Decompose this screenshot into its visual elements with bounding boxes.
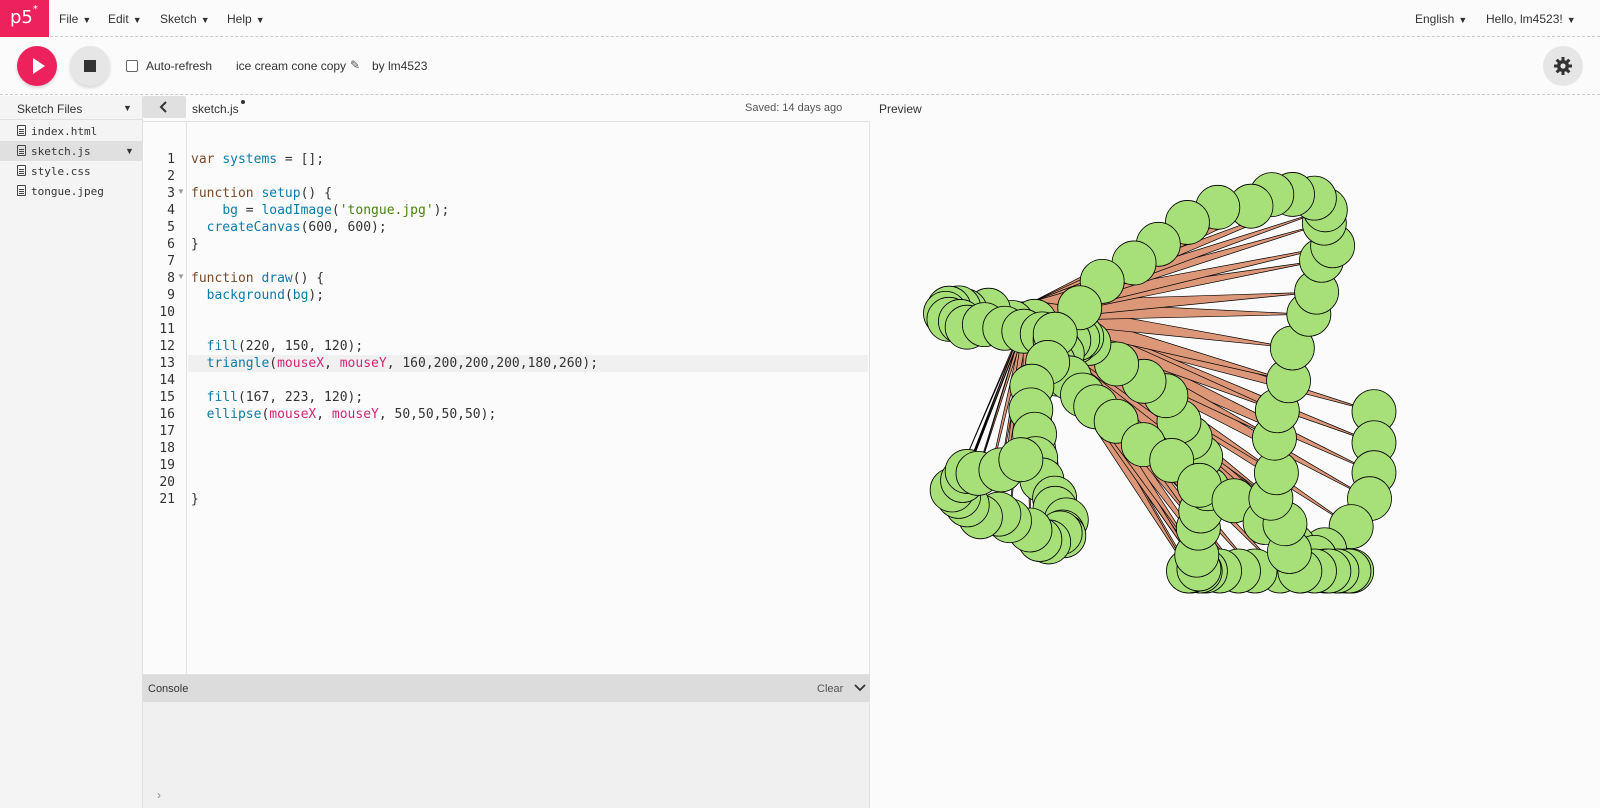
caret-down-icon: ▼ <box>132 15 142 25</box>
console-clear-button[interactable]: Clear <box>817 683 843 695</box>
code-line[interactable]: ellipse(mouseX, mouseY, 50,50,50,50); <box>191 406 497 423</box>
saved-status: Saved: 14 days ago <box>745 102 843 114</box>
user-menu[interactable]: Hello, lm4523! ▼ <box>1486 12 1576 26</box>
line-number: 12 <box>159 339 175 354</box>
menu-sketch[interactable]: Sketch ▼ <box>160 12 210 26</box>
line-number: 21 <box>159 492 175 507</box>
file-name: style.css <box>31 165 91 178</box>
code-line[interactable]: } <box>191 491 199 508</box>
line-number: 15 <box>159 390 175 405</box>
code-line[interactable]: fill(220, 150, 120); <box>191 338 364 355</box>
code-line[interactable]: function draw() { <box>191 270 324 287</box>
stop-button[interactable] <box>70 46 110 86</box>
console-output[interactable]: › <box>143 702 870 808</box>
file-name: tongue.jpeg <box>31 185 104 198</box>
file-item-style-css[interactable]: style.css <box>0 161 143 181</box>
line-number: 18 <box>159 441 175 456</box>
code-line[interactable]: } <box>191 236 199 253</box>
file-name: sketch.js <box>31 145 91 158</box>
preview-canvas[interactable] <box>874 121 1600 808</box>
code-line[interactable]: bg = loadImage('tongue.jpg'); <box>191 202 449 219</box>
line-number: 13 <box>159 356 175 371</box>
code-line[interactable]: var systems = []; <box>191 151 324 168</box>
code-line[interactable]: fill(167, 223, 120); <box>191 389 364 406</box>
fold-icon[interactable]: ▼ <box>177 187 185 196</box>
fold-icon[interactable]: ▼ <box>177 272 185 281</box>
caret-down-icon[interactable]: ▼ <box>125 146 134 156</box>
menu-help[interactable]: Help ▼ <box>227 12 265 26</box>
toolbar: Auto-refresh ice cream cone copy ✎ by lm… <box>0 38 1600 95</box>
line-number: 10 <box>159 305 175 320</box>
line-number: 17 <box>159 424 175 439</box>
line-number: 4 <box>167 203 175 218</box>
line-number: 19 <box>159 458 175 473</box>
line-number: 5 <box>167 220 175 235</box>
console-header: Console Clear <box>143 675 870 702</box>
line-number: 14 <box>159 373 175 388</box>
code-line[interactable]: function setup() { <box>191 185 332 202</box>
line-number: 3 <box>167 186 175 201</box>
language-selector[interactable]: English ▼ <box>1415 12 1467 26</box>
line-number: 20 <box>159 475 175 490</box>
line-number: 9 <box>167 288 175 303</box>
file-item-index-html[interactable]: index.html <box>0 121 143 141</box>
line-number: 8 <box>167 271 175 286</box>
line-number: 6 <box>167 237 175 252</box>
line-number: 7 <box>167 254 175 269</box>
code-line[interactable]: background(bg); <box>191 287 324 304</box>
sketch-preview-drawing <box>923 172 1397 594</box>
file-item-sketch-js[interactable]: sketch.js ▼ <box>0 141 143 161</box>
caret-down-icon[interactable]: ▼ <box>123 103 132 113</box>
file-name: index.html <box>31 125 98 138</box>
code-editor[interactable]: 1 2 3 ▼ 4 5 6 7 8 ▼ 9 10 11 12 13 14 15 16 17 18 19 20 21 var … <box>143 121 870 675</box>
gear-icon <box>1554 57 1572 75</box>
caret-down-icon: ▼ <box>82 15 92 25</box>
file-icon <box>17 145 26 156</box>
console-title: Console <box>148 683 189 695</box>
menu-edit[interactable]: Edit ▼ <box>108 12 142 26</box>
file-icon <box>17 185 26 196</box>
chevron-left-icon <box>159 101 167 113</box>
caret-down-icon: ▼ <box>200 15 210 25</box>
line-number: 16 <box>159 407 175 422</box>
line-number: 11 <box>159 322 175 337</box>
line-number: 2 <box>167 169 175 184</box>
unsaved-indicator <box>241 100 245 104</box>
collapse-sidebar-button[interactable] <box>143 96 186 118</box>
play-button[interactable] <box>17 46 57 86</box>
caret-down-icon: ▼ <box>1566 15 1576 25</box>
caret-down-icon: ▼ <box>255 15 265 25</box>
editor-header: sketch.js Saved: 14 days ago <box>143 96 870 120</box>
line-gutter: 1 2 3 ▼ 4 5 6 7 8 ▼ 9 10 11 12 13 14 15 16 17 18 19 20 21 <box>143 122 187 674</box>
sidebar-header: Sketch Files ▼ <box>0 96 143 120</box>
auto-refresh-label[interactable]: Auto-refresh <box>146 59 212 73</box>
caret-down-icon: ▼ <box>1458 15 1468 25</box>
file-icon <box>17 165 26 176</box>
sidebar-title: Sketch Files <box>17 102 83 116</box>
settings-button[interactable] <box>1543 46 1583 86</box>
auto-refresh-checkbox[interactable] <box>126 60 138 72</box>
console-prompt[interactable]: › <box>157 788 161 802</box>
menu-file[interactable]: File ▼ <box>59 12 91 26</box>
preview-title: Preview <box>879 102 922 116</box>
p5-logo[interactable]: p5* <box>0 0 49 37</box>
sketch-files-sidebar: Sketch Files ▼ index.html sketch.js ▼ st… <box>0 96 143 808</box>
code-line[interactable]: triangle(mouseX, mouseY, 160,200,200,200… <box>191 355 598 372</box>
editor-file-tab[interactable]: sketch.js <box>192 102 239 116</box>
sketch-name[interactable]: ice cream cone copy <box>236 59 346 73</box>
file-icon <box>17 125 26 136</box>
line-number: 1 <box>167 152 175 167</box>
chevron-down-icon[interactable] <box>853 681 867 695</box>
code-line[interactable]: createCanvas(600, 600); <box>191 219 387 236</box>
top-nav: p5* File ▼ Edit ▼ Sketch ▼ Help ▼ English ▼ H… <box>0 0 1600 37</box>
ellipse-shape <box>998 437 1044 483</box>
file-item-tongue-jpeg[interactable]: tongue.jpeg <box>0 181 143 201</box>
sketch-owner: by lm4523 <box>372 59 428 73</box>
pencil-icon[interactable]: ✎ <box>350 58 360 72</box>
